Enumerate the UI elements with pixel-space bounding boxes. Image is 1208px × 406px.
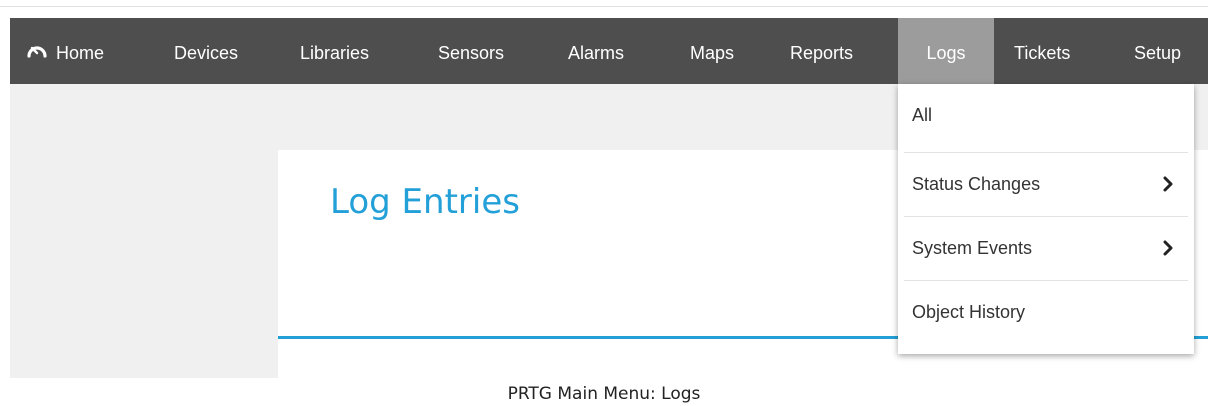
menu-item-label: Object History — [912, 302, 1026, 322]
chevron-right-icon — [1163, 240, 1173, 256]
menu-item-label: All — [912, 105, 933, 125]
menu-item-all[interactable]: All — [898, 84, 1194, 146]
nav-devices[interactable]: Devices — [174, 18, 238, 84]
nav-home[interactable]: Home — [24, 18, 104, 84]
menu-item-system-events[interactable]: System Events — [898, 217, 1194, 279]
figure-caption: PRTG Main Menu: Logs — [507, 384, 701, 404]
nav-home-label: Home — [56, 43, 105, 63]
main-menu-bar: Home Devices Libraries Sensors Alarms Ma… — [10, 18, 1208, 84]
nav-reports[interactable]: Reports — [790, 18, 853, 84]
nav-maps[interactable]: Maps — [690, 18, 734, 84]
nav-alarms[interactable]: Alarms — [568, 18, 624, 84]
gauge-icon — [27, 46, 47, 58]
nav-setup[interactable]: Setup — [1134, 18, 1181, 84]
menu-item-label: System Events — [912, 238, 1033, 258]
top-divider — [0, 6, 1208, 7]
chevron-right-icon — [1163, 176, 1173, 192]
logs-dropdown-menu: All Status Changes System Events Object … — [898, 84, 1194, 354]
menu-item-status-changes[interactable]: Status Changes — [898, 153, 1194, 215]
nav-libraries[interactable]: Libraries — [300, 18, 369, 84]
page-title: Log Entries — [330, 182, 520, 222]
menu-item-object-history[interactable]: Object History — [898, 281, 1194, 343]
nav-logs[interactable]: Logs — [898, 18, 994, 84]
menu-item-label: Status Changes — [912, 174, 1041, 194]
nav-tickets[interactable]: Tickets — [1014, 18, 1070, 84]
nav-sensors[interactable]: Sensors — [438, 18, 504, 84]
prtg-screenshot: Home Devices Libraries Sensors Alarms Ma… — [10, 18, 1208, 378]
